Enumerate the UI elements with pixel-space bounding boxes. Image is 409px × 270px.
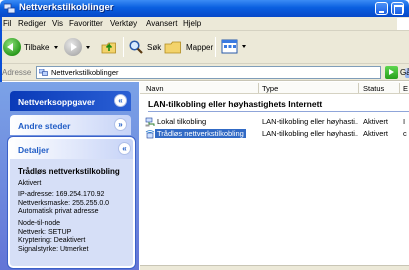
menu-favorites[interactable]: Favoritter (69, 19, 103, 28)
task-pane: Nettverksoppgaver « Andre steder » Detal… (0, 82, 139, 270)
back-button[interactable]: Tilbake (3, 38, 58, 56)
details-header[interactable]: Detaljer « (10, 139, 133, 159)
minimize-button[interactable] (375, 2, 388, 15)
maximize-button[interactable] (391, 2, 404, 15)
windows-logo-icon (397, 18, 409, 30)
details-signal: Signalstyrke: Utmerket (18, 245, 89, 253)
details-ip: IP-adresse: 169.254.170.92 (18, 191, 105, 199)
column-divider[interactable] (358, 83, 359, 93)
menu-file[interactable]: Fil (3, 19, 11, 28)
menu-help[interactable]: Hjelp (183, 19, 201, 28)
forward-dropdown-icon[interactable] (86, 45, 90, 49)
connection-list: Navn Type Status E LAN-tilkobling eller … (140, 82, 409, 270)
window-title: Nettverkstilkoblinger (19, 2, 114, 13)
address-bar: Adresse Nettverkstilkoblinger Gå (0, 64, 409, 81)
lan-connection-icon (145, 117, 155, 127)
go-label[interactable]: Gå (400, 68, 409, 77)
menu-edit[interactable]: Rediger (18, 19, 46, 28)
collapse-chevron-icon[interactable]: « (118, 142, 131, 155)
wireless-connection-icon (145, 130, 155, 139)
row-type: LAN-tilkobling eller høyhasti... (262, 129, 358, 138)
network-tasks-header[interactable]: Nettverksoppgaver « (10, 91, 131, 111)
menu-bar: Fil Rediger Vis Favoritter Verktøy Avans… (0, 17, 409, 31)
details-network: Nettverk: SETUP (18, 228, 72, 236)
details-panel: Detaljer « Trådløs nettverkstilkobling A… (8, 137, 135, 268)
back-label: Tilbake (24, 42, 50, 52)
column-divider[interactable] (258, 83, 259, 93)
back-dropdown-icon[interactable] (53, 45, 58, 49)
row-name: Lokal tilkobling (157, 117, 207, 126)
list-item[interactable]: Lokal tilkobling LAN-tilkobling eller hø… (142, 117, 409, 128)
menu-advanced[interactable]: Avansert (146, 19, 177, 28)
network-connections-icon (4, 3, 15, 14)
row-type: LAN-tilkobling eller høyhasti... (262, 117, 358, 126)
column-divider[interactable] (399, 83, 400, 93)
toolbar-separator (123, 37, 124, 57)
other-places-label: Andre steder (18, 121, 71, 131)
details-status: Aktivert (18, 179, 42, 187)
search-button[interactable]: Søk (128, 38, 161, 56)
address-value: Nettverkstilkoblinger (51, 68, 119, 77)
menu-view[interactable]: Vis (52, 19, 63, 28)
expand-chevron-icon[interactable]: » (114, 118, 127, 131)
details-label: Detaljer (18, 145, 50, 155)
toolbar-separator (215, 37, 216, 57)
column-header-bar: Navn Type Status E (140, 82, 409, 94)
horizontal-scrollbar[interactable] (140, 265, 409, 270)
address-input[interactable]: Nettverkstilkoblinger (36, 66, 409, 79)
go-button[interactable] (385, 66, 398, 79)
details-mask: Nettverksmaske: 255.255.0.0 (18, 199, 110, 207)
folders-label: Mapper (186, 42, 214, 52)
column-header-name[interactable]: Navn (146, 84, 164, 93)
details-mode: Node-til-node (18, 219, 61, 227)
search-icon (129, 40, 143, 54)
menu-tools[interactable]: Verktøy (110, 19, 137, 28)
forward-button[interactable] (64, 38, 90, 56)
network-connections-icon (39, 69, 48, 76)
details-auto: Automatisk privat adresse (18, 208, 99, 216)
collapse-chevron-icon[interactable]: « (114, 94, 127, 107)
views-dropdown-icon[interactable] (242, 45, 246, 48)
forward-arrow-icon (64, 38, 82, 56)
up-folder-icon (101, 42, 116, 54)
row-status: Aktivert (363, 129, 389, 138)
address-label: Adresse (2, 68, 32, 77)
row-name: Trådløs nettverkstilkobling (155, 129, 246, 138)
column-header-type[interactable]: Type (262, 84, 278, 93)
network-tasks-label: Nettverksoppgaver (18, 97, 96, 107)
folders-icon (164, 41, 181, 54)
search-label: Søk (147, 42, 162, 52)
group-divider (148, 111, 409, 112)
up-folder-button[interactable] (100, 38, 118, 56)
title-bar: Nettverkstilkoblinger (0, 0, 409, 17)
details-content: Trådløs nettverkstilkobling Aktivert IP-… (18, 167, 133, 254)
views-button[interactable] (221, 39, 246, 54)
back-arrow-icon (3, 38, 21, 56)
row-status: Aktivert (363, 117, 389, 126)
details-encryption: Kryptering: Deaktivert (18, 237, 86, 245)
other-places-header[interactable]: Andre steder » (10, 115, 131, 135)
row-extra: I (403, 117, 406, 126)
views-icon (221, 39, 238, 54)
column-header-extra[interactable]: E (403, 84, 408, 93)
group-title: LAN-tilkobling eller høyhastighets Inter… (148, 99, 323, 109)
folders-button[interactable]: Mapper (163, 38, 213, 56)
toolbar: Tilbake Søk Mapper (0, 31, 409, 64)
row-extra: c (403, 129, 407, 138)
column-header-status[interactable]: Status (363, 84, 384, 93)
list-item-selected[interactable]: Trådløs nettverkstilkobling LAN-tilkobli… (142, 129, 409, 140)
details-connection-name: Trådløs nettverkstilkobling (18, 167, 120, 176)
